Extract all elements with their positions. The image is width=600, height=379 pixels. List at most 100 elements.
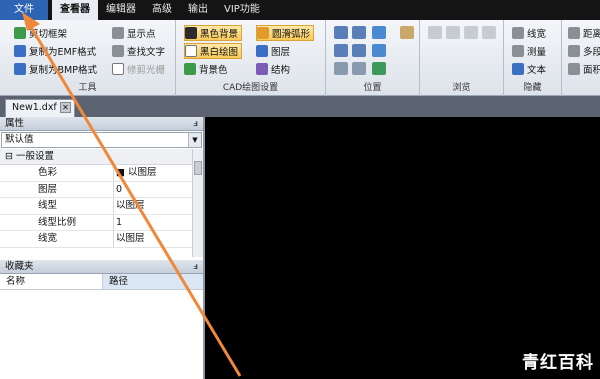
structure-icon xyxy=(256,63,268,75)
zoom-extents-icon[interactable] xyxy=(334,26,348,39)
forward-arrow-icon[interactable] xyxy=(446,26,460,39)
raster-icon xyxy=(112,63,124,75)
black-background-button[interactable]: 黑色背景 xyxy=(184,25,243,41)
property-grid: ⊟ 一般设置 色彩 ■ 以图层 图层 0 线型 以图层 线型比例 1 线宽 以图… xyxy=(0,149,203,257)
group-tools: 剪切框架 复制为EMF格式 复制为BMP格式 显示点 查找文字 修剪光栅 工具 xyxy=(0,20,176,96)
pin-icon[interactable]: ⅎ xyxy=(193,117,198,131)
trim-raster-button[interactable]: 修剪光栅 xyxy=(112,61,165,77)
column-name-header[interactable]: 名称 xyxy=(0,274,103,289)
property-row-line-width[interactable]: 线宽 以图层 xyxy=(0,231,203,248)
property-row-linetype[interactable]: 线型 以图层 xyxy=(0,198,203,215)
clip-frame-label: 剪切框架 xyxy=(29,29,68,40)
properties-scrollbar[interactable] xyxy=(192,149,203,257)
area-icon xyxy=(568,63,580,75)
divider xyxy=(113,231,114,247)
document-tab-bar: New1.dxf ✕ xyxy=(0,96,600,117)
close-icon[interactable]: ✕ xyxy=(60,102,71,113)
properties-header: 属性 ⅎ xyxy=(0,117,203,131)
area-button[interactable]: 面积 xyxy=(568,61,600,77)
favorites-columns: 名称 路径 xyxy=(0,274,203,290)
measure-label: 测量 xyxy=(527,47,547,58)
zoom-window-icon[interactable] xyxy=(352,26,366,39)
text-icon xyxy=(512,63,524,75)
collapse-icon[interactable]: ⊟ xyxy=(5,151,13,162)
points-icon xyxy=(112,27,124,39)
polyline-icon xyxy=(568,45,580,57)
smooth-arc-label: 圆滑弧形 xyxy=(272,29,311,40)
menu-output[interactable]: 输出 xyxy=(180,0,216,20)
group-browse: 浏览 xyxy=(420,20,504,96)
structure-label: 结构 xyxy=(271,65,291,76)
preset-select-value: 默认值 xyxy=(5,134,34,145)
distance-label: 距离 xyxy=(583,29,600,40)
drawing-canvas[interactable]: 青红百科 xyxy=(207,117,600,379)
black-white-drawing-button[interactable]: 黑白绘图 xyxy=(184,43,243,59)
property-key: 色彩 xyxy=(38,167,58,178)
distance-button[interactable]: 距离 xyxy=(568,25,600,41)
rotate-icon[interactable] xyxy=(334,62,348,75)
preset-select[interactable]: 默认值 ▼ xyxy=(1,132,202,148)
properties-panel: 属性 ⅎ 默认值 ▼ ⊟ 一般设置 色彩 ■ 以图层 图层 0 线型 以图层 线… xyxy=(0,117,205,260)
find-icon xyxy=(112,45,124,57)
menu-file[interactable]: 文件 xyxy=(0,0,48,20)
group-browse-label: 浏览 xyxy=(452,83,471,93)
black-background-label: 黑色背景 xyxy=(200,29,239,40)
fit-height-icon[interactable] xyxy=(352,44,366,57)
background-color-label: 背景色 xyxy=(199,65,228,76)
category-general[interactable]: ⊟ 一般设置 xyxy=(0,149,203,165)
ribbon: 剪切框架 复制为EMF格式 复制为BMP格式 显示点 查找文字 修剪光栅 工具 … xyxy=(0,20,600,96)
polyline-label: 多段 xyxy=(583,47,600,58)
area-label: 面积 xyxy=(583,65,600,76)
background-color-button[interactable]: 背景色 xyxy=(184,61,228,77)
menu-editor[interactable]: 编辑器 xyxy=(98,0,144,20)
show-points-button[interactable]: 显示点 xyxy=(112,25,156,41)
orbit-icon[interactable] xyxy=(372,62,386,75)
zoom-in-icon[interactable] xyxy=(372,26,386,39)
mirror-icon[interactable] xyxy=(352,62,366,75)
first-page-icon[interactable] xyxy=(464,26,478,39)
column-path-header[interactable]: 路径 xyxy=(103,274,203,289)
back-arrow-icon[interactable] xyxy=(428,26,442,39)
arc-icon xyxy=(257,27,269,39)
text-button[interactable]: 文本 xyxy=(512,61,546,77)
group-measure: 距离 多段 面积 xyxy=(562,20,600,96)
property-row-color[interactable]: 色彩 ■ 以图层 xyxy=(0,165,203,182)
property-value: 0 xyxy=(116,183,123,195)
group-hide-label: 隐藏 xyxy=(523,83,542,93)
clip-frame-button[interactable]: 剪切框架 xyxy=(14,25,67,41)
smooth-arc-button[interactable]: 圆滑弧形 xyxy=(256,25,315,41)
menu-advanced[interactable]: 高级 xyxy=(144,0,180,20)
line-width-label: 线宽 xyxy=(527,29,547,40)
group-cad-label: CAD绘图设置 xyxy=(222,83,279,93)
fit-width-icon[interactable] xyxy=(334,44,348,57)
menu-viewer[interactable]: 查看器 xyxy=(52,0,98,20)
pin-icon[interactable]: ⅎ xyxy=(193,260,198,274)
menu-vip[interactable]: VIP功能 xyxy=(216,0,268,20)
find-text-button[interactable]: 查找文字 xyxy=(112,43,165,59)
property-row-layer[interactable]: 图层 0 xyxy=(0,181,203,198)
property-value: 以图层 xyxy=(116,200,145,211)
copy-emf-label: 复制为EMF格式 xyxy=(29,47,97,58)
scrollbar-thumb[interactable] xyxy=(194,161,202,175)
layers-button[interactable]: 图层 xyxy=(256,43,290,59)
group-position: 位置 xyxy=(326,20,420,96)
polyline-button[interactable]: 多段 xyxy=(568,43,600,59)
measure-button[interactable]: 测量 xyxy=(512,43,546,59)
distance-icon xyxy=(568,27,580,39)
pan-hand-icon[interactable] xyxy=(400,26,414,39)
measure-icon xyxy=(512,45,524,57)
zoom-out-icon[interactable] xyxy=(372,44,386,57)
property-row-linetype-scale[interactable]: 线型比例 1 xyxy=(0,214,203,231)
show-points-label: 显示点 xyxy=(127,29,156,40)
line-width-button[interactable]: 线宽 xyxy=(512,25,546,41)
divider xyxy=(113,165,114,181)
copy-emf-button[interactable]: 复制为EMF格式 xyxy=(14,43,96,59)
property-key: 线型比例 xyxy=(38,216,77,228)
last-page-icon[interactable] xyxy=(482,26,496,39)
bg-color-icon xyxy=(184,63,196,75)
tab-new1-dxf[interactable]: New1.dxf ✕ xyxy=(5,99,75,117)
chevron-down-icon[interactable]: ▼ xyxy=(188,133,201,147)
copy-bmp-button[interactable]: 复制为BMP格式 xyxy=(14,61,97,77)
structure-button[interactable]: 结构 xyxy=(256,61,290,77)
group-tools-label: 工具 xyxy=(78,83,97,93)
